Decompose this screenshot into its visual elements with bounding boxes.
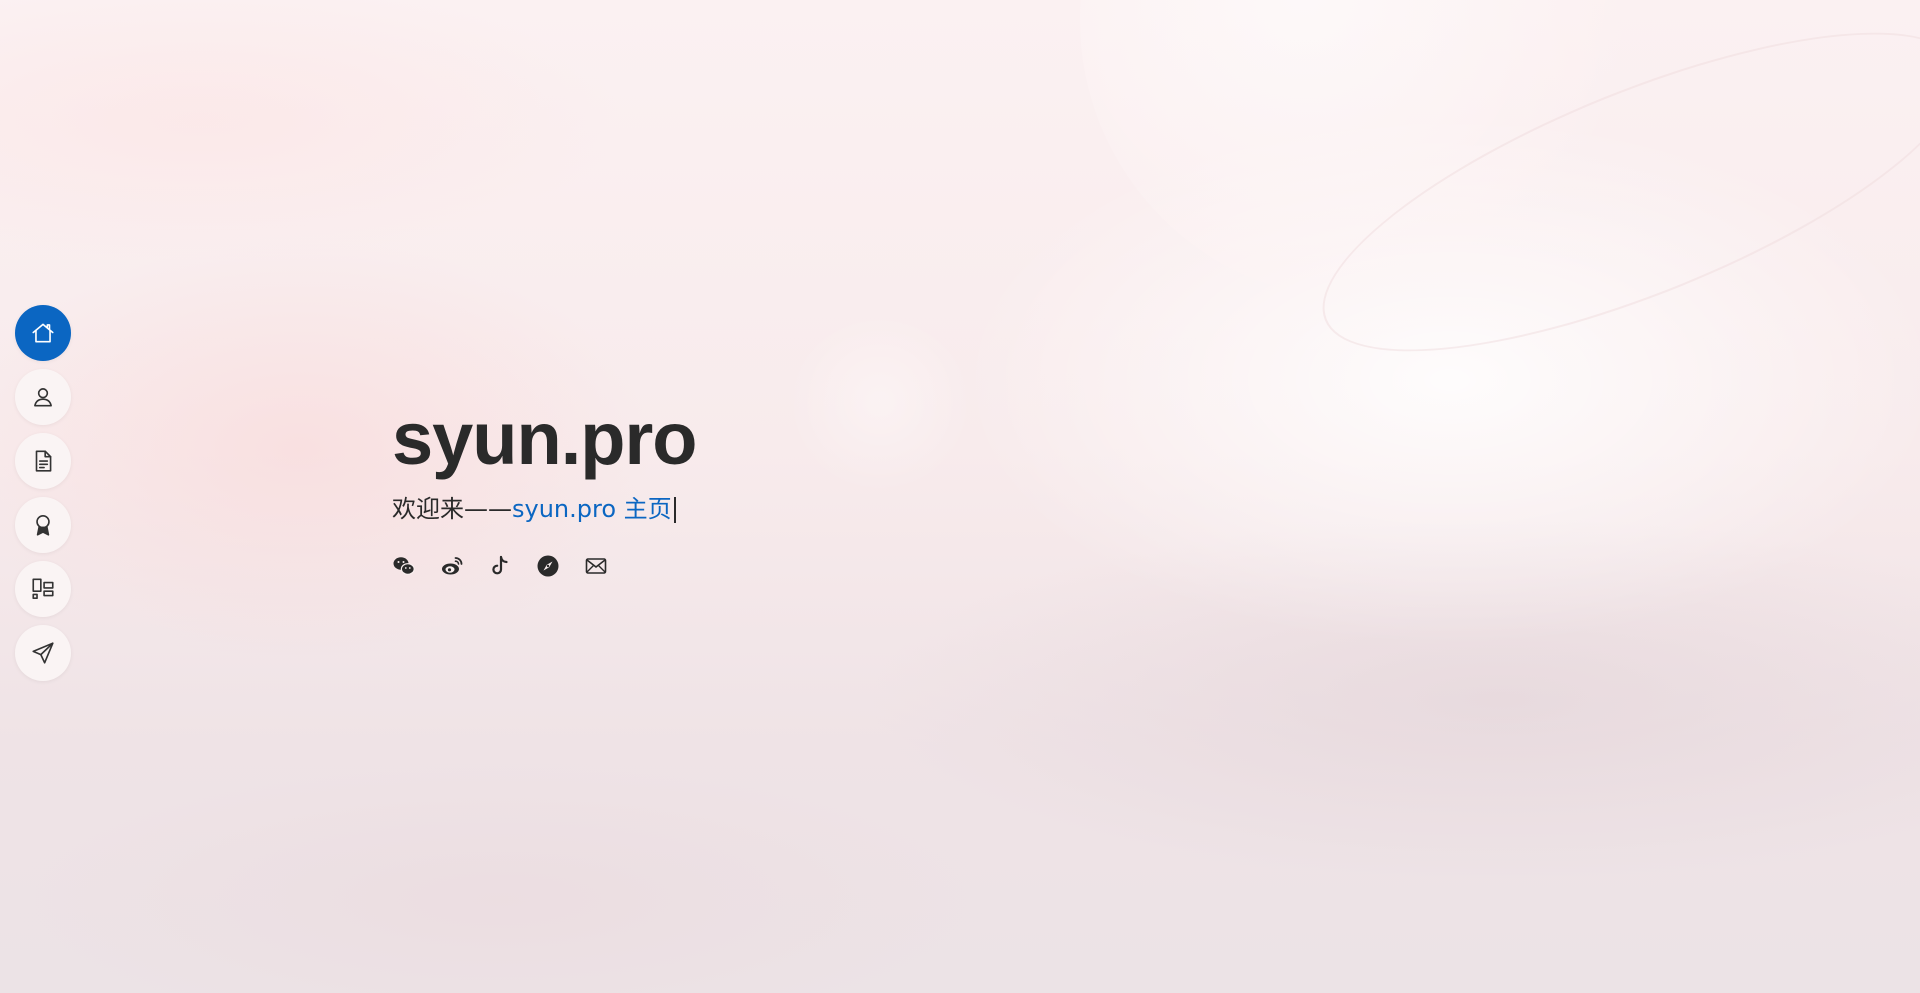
sidebar-nav: [15, 305, 71, 689]
wechat-icon: [393, 557, 415, 575]
person-icon: [34, 388, 52, 407]
social-link-weibo[interactable]: [440, 554, 464, 578]
tagline: 欢迎来——syun.pro 主页: [392, 494, 696, 524]
mail-icon: [585, 558, 607, 574]
sidebar-item-resume[interactable]: [15, 433, 71, 489]
sidebar-item-about[interactable]: [15, 369, 71, 425]
site-title: syun.pro: [392, 397, 697, 480]
document-icon: [35, 450, 52, 472]
layout-icon: [32, 578, 54, 600]
sidebar-item-portfolio[interactable]: [15, 561, 71, 617]
social-link-safari[interactable]: [536, 554, 560, 578]
social-link-email[interactable]: [584, 554, 608, 578]
background-moon: [790, 320, 970, 500]
typing-caret: [673, 497, 676, 523]
social-link-wechat[interactable]: [392, 554, 416, 578]
page: syun.pro 欢迎来——syun.pro 主页: [0, 0, 1920, 993]
hero: syun.pro 欢迎来——syun.pro 主页: [392, 397, 697, 578]
tagline-prefix: 欢迎来——: [392, 495, 512, 523]
sidebar-item-home[interactable]: [15, 305, 71, 361]
send-icon: [32, 642, 54, 664]
tiktok-icon: [492, 555, 508, 575]
sidebar-item-awards[interactable]: [15, 497, 71, 553]
weibo-icon: [442, 557, 463, 575]
award-icon: [36, 514, 50, 536]
compass-icon: [537, 555, 559, 577]
home-icon: [32, 323, 54, 343]
social-links: [392, 554, 696, 578]
social-link-tiktok[interactable]: [488, 554, 512, 578]
tagline-typed-text: syun.pro 主页: [512, 495, 672, 523]
sidebar-item-contact[interactable]: [15, 625, 71, 681]
